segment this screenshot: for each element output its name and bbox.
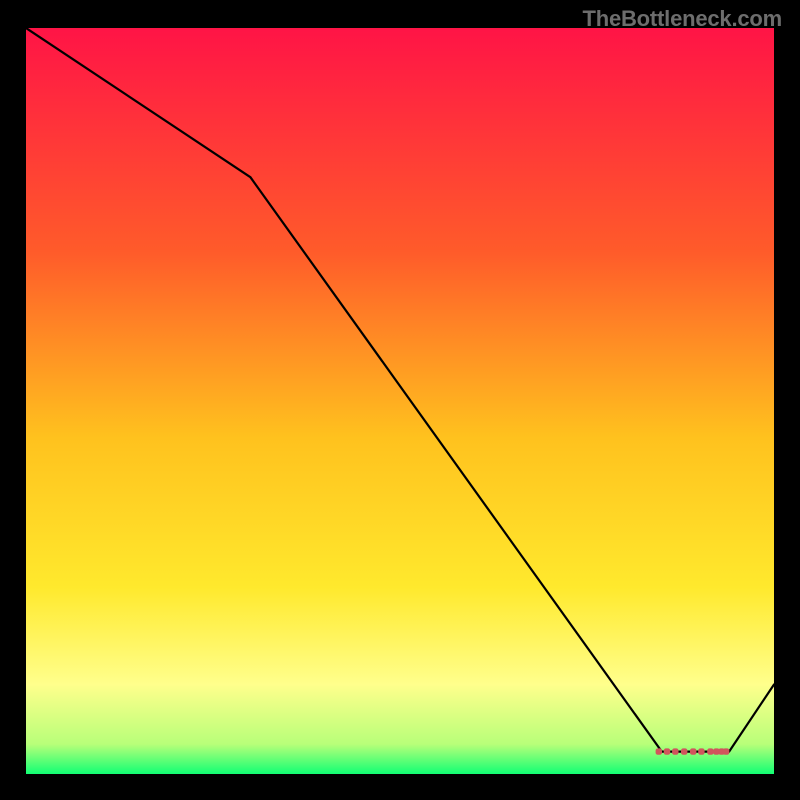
marker-dot	[707, 748, 713, 754]
chart-area	[26, 28, 774, 774]
marker-dot	[664, 748, 670, 754]
marker-dot	[698, 748, 704, 754]
marker-dot	[681, 748, 687, 754]
marker-dot	[690, 748, 696, 754]
marker-dot	[672, 748, 678, 754]
marker-dot	[656, 748, 662, 754]
gradient-background	[26, 28, 774, 774]
marker-dot	[723, 748, 729, 754]
marker-group	[656, 748, 730, 754]
